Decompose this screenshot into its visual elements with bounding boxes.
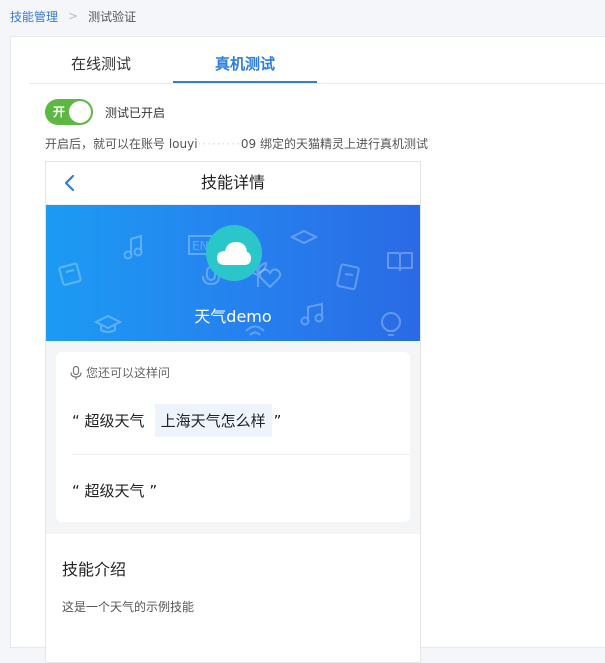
- tab-device-test[interactable]: 真机测试: [173, 47, 317, 83]
- divider: [72, 454, 410, 455]
- ask-header: 您还可以这样问: [70, 364, 170, 381]
- example-utterances-card: 您还可以这样问 “ 超级天气 上海天气怎么样 ” “ 超级天气 ”: [56, 352, 410, 522]
- example-trigger: 超级天气: [84, 412, 145, 430]
- phone-preview: 技能详情 EN 天气demo 您还可以这样问 “ 超级天气 上海天气怎么样 ” …: [45, 161, 421, 663]
- hint-suffix: 09 绑定的天猫精灵上进行真机测试: [240, 137, 428, 151]
- intro-title: 技能介绍: [62, 560, 127, 579]
- test-panel: 在线测试 真机测试 开 测试已开启 开启后，就可以在账号 louyi······…: [10, 36, 605, 663]
- switch-knob: [69, 101, 91, 123]
- chevron-right-icon: >: [68, 9, 79, 23]
- book-icon: [58, 262, 82, 286]
- cloud-icon: [217, 242, 251, 265]
- switch-state-text: 开: [53, 105, 66, 119]
- breadcrumb-skill-management[interactable]: 技能管理: [10, 8, 58, 25]
- test-toggle-switch[interactable]: 开: [45, 99, 93, 125]
- example-trigger: 超级天气: [84, 482, 145, 500]
- phone-title: 技能详情: [200, 173, 265, 192]
- document-icon: [336, 263, 360, 291]
- microphone-icon: [70, 365, 82, 379]
- hint-masked-account: ·········: [197, 137, 241, 151]
- phone-header: 技能详情: [46, 162, 420, 205]
- skill-name: 天气demo: [194, 307, 272, 326]
- tab-online-test[interactable]: 在线测试: [29, 47, 173, 81]
- tab-bar: 在线测试 真机测试: [29, 47, 605, 84]
- example-utterance[interactable]: “ 超级天气 ”: [72, 480, 157, 501]
- heart-icon: [258, 268, 282, 289]
- breadcrumb-current: 测试验证: [88, 9, 137, 24]
- intro-description: 这是一个天气的示例技能: [62, 600, 195, 614]
- hint-prefix: 开启后，就可以在账号 louyi: [45, 137, 198, 151]
- switch-label: 测试已开启: [105, 105, 166, 120]
- open-quote: “: [72, 411, 85, 430]
- example-utterance[interactable]: “ 超级天气 上海天气怎么样 ”: [72, 404, 281, 437]
- open-book-icon: [387, 252, 413, 272]
- skill-banner: EN 天气demo: [46, 205, 420, 341]
- skill-intro-section: 技能介绍 这是一个天气的示例技能: [46, 534, 420, 662]
- test-switch-row: 开 测试已开启: [45, 99, 165, 125]
- example-query-chip[interactable]: 上海天气怎么样: [154, 404, 272, 437]
- device-test-hint: 开启后，就可以在账号 louyi·········09 绑定的天猫精灵上进行真机…: [45, 135, 428, 152]
- breadcrumb: 技能管理 > 测试验证: [10, 6, 136, 26]
- weather-skill-logo: [206, 225, 262, 281]
- music-note-icon: [123, 234, 143, 260]
- close-quote: ”: [273, 411, 282, 430]
- cap-icon: [290, 229, 318, 245]
- open-quote: “: [72, 481, 85, 500]
- close-quote: ”: [144, 481, 158, 500]
- ask-header-text: 您还可以这样问: [86, 366, 171, 380]
